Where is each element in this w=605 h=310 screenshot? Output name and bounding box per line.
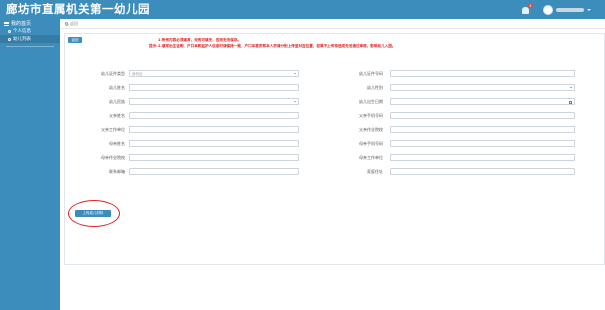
form-row: 母亲手机号码 (335, 140, 605, 147)
child-name-input[interactable] (129, 84, 299, 91)
bell-icon (521, 6, 529, 14)
notice-line: 2.填写出生证明、户口本和监护人信息时请保持一致，户口本首页和本人页请分别上传至… (158, 44, 396, 48)
child-ethnicity-select[interactable] (129, 98, 299, 105)
mother-workplace-input[interactable] (390, 154, 575, 161)
home-address-label: 家庭住址 (367, 169, 383, 174)
breadcrumb[interactable]: 返回 (64, 21, 78, 27)
home-address-input[interactable] (390, 168, 575, 175)
main-content: 返回 返回 提示: 1.所有内容必须填写，没有可填无，否则无法保存。 2.填写出… (60, 19, 605, 310)
father-phone-input[interactable] (390, 112, 575, 119)
sidebar-item-children-list[interactable]: 幼儿列表 (0, 35, 60, 43)
mother-school-input[interactable] (129, 154, 299, 161)
form-row: 家庭住址 (335, 168, 605, 175)
child-id-number-label: 幼儿证件号码 (359, 71, 383, 76)
form-row: 幼儿证件号码 (335, 70, 605, 77)
father-workplace-label: 父亲工作单位 (101, 127, 125, 132)
notice-label: 提示: (149, 44, 158, 48)
father-phone-label: 父亲手机号码 (359, 113, 383, 118)
child-id-number-input[interactable] (390, 70, 575, 77)
notification-badge: 4 (528, 3, 533, 8)
mother-school-label: 母亲作业院校 (101, 155, 125, 160)
circle-icon (8, 29, 11, 33)
calendar-icon[interactable] (569, 100, 572, 104)
form-row: 幼儿姓名 (65, 84, 335, 91)
form-panel: 返回 提示: 1.所有内容必须填写，没有可填无，否则无法保存。 2.填写出生证明… (64, 33, 605, 265)
mother-phone-input[interactable] (390, 140, 575, 147)
father-workplace-input[interactable] (129, 126, 299, 133)
form-row: 父亲作业院校 (335, 126, 605, 133)
circle-icon (8, 37, 11, 41)
menu-icon (4, 21, 9, 26)
child-name-label: 幼儿姓名 (109, 85, 125, 90)
form-row: 母亲工作单位 (335, 154, 605, 161)
father-school-label: 父亲作业院校 (359, 127, 383, 132)
child-gender-select[interactable] (390, 84, 575, 91)
sidebar-home[interactable]: 我的首页 (0, 19, 60, 27)
child-id-type-label: 幼儿证件类型 (101, 71, 125, 76)
father-school-input[interactable] (390, 126, 575, 133)
top-right-controls: 4 (519, 0, 605, 19)
form-row: 联系邮箱 (65, 168, 335, 175)
child-birthdate-input[interactable] (390, 98, 575, 105)
form-row: 母亲姓名 (65, 140, 335, 147)
top-bar: 廊坊市直属机关第一幼儿园 4 (0, 0, 605, 19)
back-button[interactable]: 返回 (68, 37, 82, 43)
mother-phone-label: 母亲手机号码 (359, 141, 383, 146)
child-birthdate-label: 幼儿出生日期 (359, 99, 383, 104)
notifications-button[interactable]: 4 (519, 3, 533, 16)
sidebar-item-profile[interactable]: 个人信息 (0, 27, 60, 35)
contact-email-label: 联系邮箱 (109, 169, 125, 174)
chevron-down-icon[interactable] (587, 8, 591, 11)
child-id-type-select[interactable]: 身份证 (129, 70, 299, 77)
form-row: 父亲姓名 (65, 112, 335, 119)
app-title: 廊坊市直属机关第一幼儿园 (6, 2, 150, 16)
child-ethnicity-label: 幼儿民族 (109, 99, 125, 104)
highlight-circle-annotation (68, 200, 120, 227)
location-pin-icon (64, 21, 69, 27)
sidebar-title-label: 我的首页 (11, 21, 32, 27)
father-name-input[interactable] (129, 112, 299, 119)
form-row: 父亲手机号码 (335, 112, 605, 119)
username-blurred[interactable] (556, 7, 584, 12)
form-row: 幼儿民族 (65, 98, 335, 105)
child-gender-label: 幼儿性别 (367, 85, 383, 90)
sidebar-item-label: 个人信息 (13, 29, 31, 34)
form-row: 母亲作业院校 (65, 154, 335, 161)
form-row: 幼儿性别 (335, 84, 605, 91)
sidebar-divider (6, 46, 54, 47)
breadcrumb-label: 返回 (70, 21, 78, 26)
avatar[interactable] (543, 4, 553, 15)
sidebar: 我的首页 个人信息 幼儿列表 (0, 19, 60, 310)
form-row: 幼儿证件类型 身份证 (65, 70, 335, 77)
sidebar-item-label: 幼儿列表 (13, 37, 31, 42)
divider (60, 28, 605, 29)
contact-email-input[interactable] (129, 168, 299, 175)
mother-name-label: 母亲姓名 (109, 141, 125, 146)
mother-name-input[interactable] (129, 140, 299, 147)
form-row: 父亲工作单位 (65, 126, 335, 133)
form-row: 幼儿出生日期 (335, 98, 605, 105)
father-name-label: 父亲姓名 (109, 113, 125, 118)
mother-workplace-label: 母亲工作单位 (359, 155, 383, 160)
